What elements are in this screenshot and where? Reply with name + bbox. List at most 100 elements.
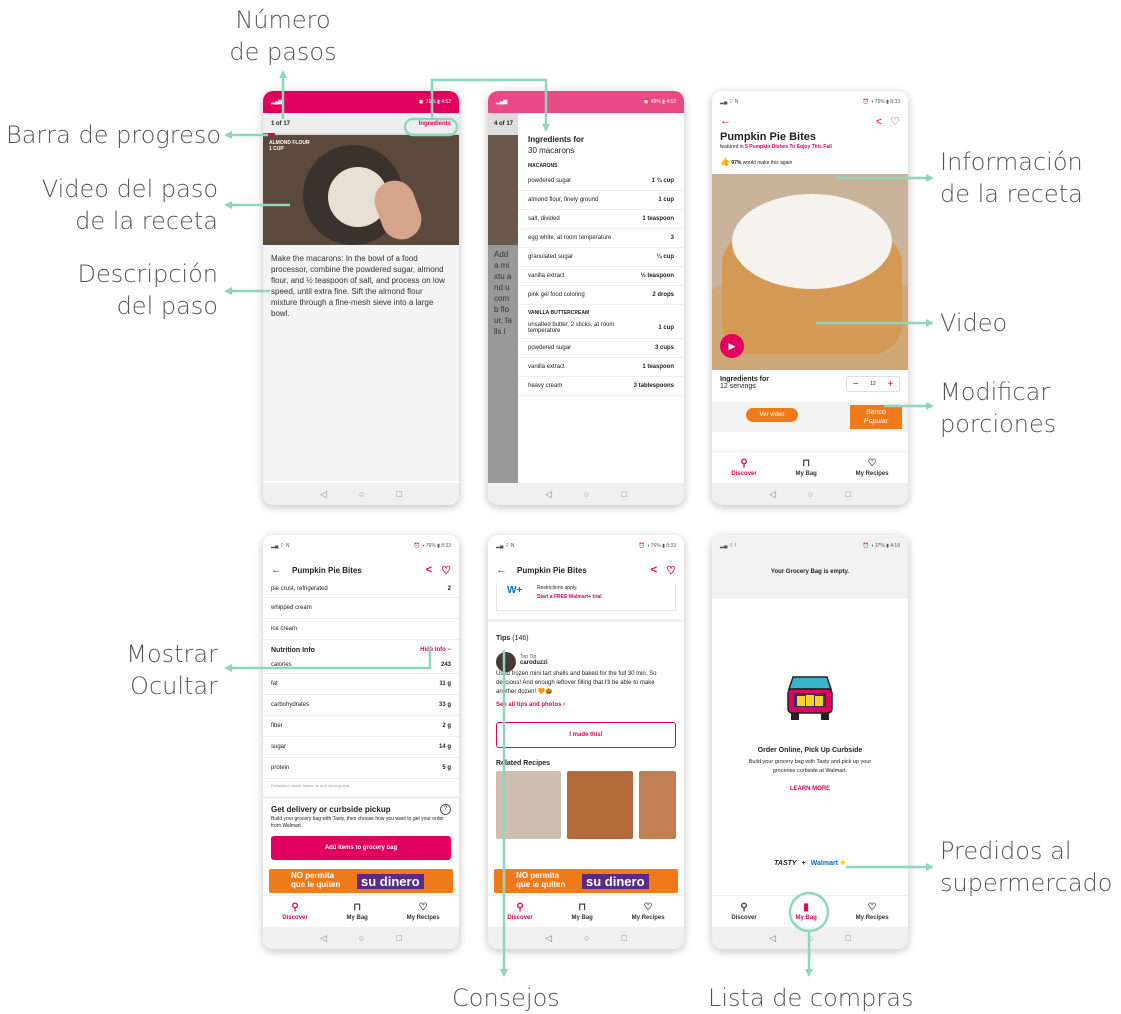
heart-icon[interactable]: ♡ (441, 564, 451, 577)
tab-bar: ⚲ Discover ⊓ My Bag ♡ My Recipes (712, 451, 908, 483)
annotation-descripcion: Descripción del paso (77, 260, 218, 320)
walmart-logo: Walmart ✳ (810, 860, 846, 867)
nutrition-row: sugar 14 g (263, 737, 459, 758)
hide-info-toggle[interactable]: Hide Info − (420, 647, 451, 654)
estimated-note: Estimated values based on one serving si… (263, 779, 459, 799)
empty-bag-header: Your Grocery Bag is empty. (712, 557, 908, 599)
delivery-section: Get delivery or curbside pickup ? Build … (263, 799, 459, 866)
recents-nav-icon[interactable]: □ (396, 489, 401, 499)
related-recipe-card[interactable] (496, 771, 562, 839)
back-nav-icon[interactable]: ◁ (769, 489, 776, 500)
heart-icon[interactable]: ♡ (666, 564, 676, 577)
android-nav: ◁ ○ □ (488, 483, 684, 505)
tab-my-bag[interactable]: ▮ My Bag (795, 902, 816, 921)
servings-stepper[interactable]: − 12 + (846, 376, 900, 392)
featured-link[interactable]: 5 Pumpkin Dishes To Enjoy This Fall (745, 144, 832, 150)
recents-nav-icon[interactable]: □ (396, 933, 401, 943)
tab-discover[interactable]: ⚲ Discover (731, 457, 756, 477)
tab-bar: ⚲ Discover ⊓ My Bag ♡ My Recipes (488, 895, 684, 927)
back-nav-icon[interactable]: ◁ (320, 489, 327, 500)
related-recipe-card[interactable] (638, 771, 676, 839)
share-icon[interactable]: < (876, 116, 882, 128)
see-all-tips-link[interactable]: See all tips and photos › (496, 702, 676, 708)
tab-my-bag[interactable]: ⊓ My Bag (571, 902, 592, 921)
made-this-button[interactable]: I made this! (496, 722, 676, 748)
nutrition-row: fat 11 g (263, 674, 459, 695)
home-nav-icon[interactable]: ○ (584, 933, 589, 943)
tab-my-bag[interactable]: ⊓ My Bag (795, 457, 816, 477)
play-icon[interactable]: ▶ (720, 334, 744, 358)
tab-my-recipes[interactable]: ♡ My Recipes (856, 901, 889, 921)
minus-icon[interactable]: − (853, 379, 859, 390)
avatar (496, 652, 516, 672)
banner-money: su dinero (582, 874, 649, 889)
tips-header: Tips (146) (488, 619, 684, 648)
help-icon[interactable]: ? (440, 804, 451, 815)
back-nav-icon[interactable]: ◁ (320, 933, 327, 944)
annotation-barra-progreso: Barra de progreso (6, 121, 222, 149)
step-description: Make the macarons: In the bowl of a food… (263, 245, 459, 481)
tab-discover[interactable]: ⚲ Discover (731, 902, 756, 921)
back-arrow-icon[interactable]: ← (720, 115, 731, 127)
step-video[interactable]: ALMOND FLOUR 1 CUP (263, 135, 459, 245)
status-bar: ▂▄▆ ⏰ 49% ▮ 4:52 (488, 91, 684, 113)
back-nav-icon[interactable]: ◁ (545, 933, 552, 944)
ad-banner[interactable]: Ver video Banco Popular (712, 402, 908, 432)
recents-nav-icon[interactable]: □ (845, 933, 850, 943)
bag-icon: ⊓ (802, 457, 811, 469)
learn-more-link[interactable]: LEARN MORE (712, 786, 908, 792)
tip-text: Used frozen mini tart shells and baked f… (496, 671, 657, 695)
heart-icon: ♡ (867, 901, 877, 913)
related-recipe-card[interactable] (567, 771, 633, 839)
top-tip: Top Tip caroduzzi Used frozen mini tart … (488, 648, 684, 708)
walmart-trial-card: W+ Restrictions apply. Start a FREE Walm… (496, 583, 676, 611)
heart-icon: ♡ (867, 457, 877, 469)
list-item: powdered sugar 3 cups (518, 339, 684, 358)
home-nav-icon[interactable]: ○ (359, 489, 364, 499)
recents-nav-icon[interactable]: □ (621, 933, 626, 943)
tab-discover[interactable]: ⚲ Discover (282, 902, 307, 921)
home-nav-icon[interactable]: ○ (808, 933, 813, 943)
tasty-logo: TASTY (774, 859, 797, 867)
back-nav-icon[interactable]: ◁ (545, 489, 552, 500)
share-icon[interactable]: < (651, 564, 657, 576)
back-arrow-icon[interactable]: ← (496, 564, 507, 576)
back-arrow-icon[interactable]: ← (271, 564, 282, 576)
related-recipes (488, 771, 684, 839)
home-nav-icon[interactable]: ○ (359, 933, 364, 943)
recipe-video[interactable]: ▶ (712, 174, 908, 370)
phone-grocery-bag: ▂▄ ⌔ ! ⏰ ◑ 37% ▮ 4:19 Your Grocery Bag is… (712, 535, 908, 949)
ad-banner[interactable]: NO permita que le quiten su dinero (269, 869, 453, 893)
nutrition-row: protein 5 g (263, 758, 459, 779)
walmart-trial-link[interactable]: Start a FREE Walmart+ trial (537, 594, 669, 600)
share-icon[interactable]: < (426, 564, 432, 576)
tab-my-bag[interactable]: ⊓ My Bag (346, 902, 367, 921)
ad-banner[interactable]: NO permita que le quiten su dinero (494, 869, 678, 893)
discover-icon: ⚲ (740, 457, 748, 469)
ingredients-list-1: powdered sugar 1 ¾ cup almond flour, fine… (518, 172, 684, 305)
signal-icon: ▂▄ ⌔ N (720, 99, 739, 105)
recents-nav-icon[interactable]: □ (845, 489, 850, 499)
add-to-grocery-bag-button[interactable]: Add items to grocery bag (271, 836, 451, 860)
nutrition-row: fiber 2 g (263, 716, 459, 737)
heart-icon: ♡ (418, 901, 428, 913)
signal-icon: ▂▄ ⌔ ! (720, 543, 737, 549)
car-trunk-icon (787, 676, 833, 720)
android-nav: ◁ ○ □ (712, 927, 908, 949)
tab-my-recipes[interactable]: ♡ My Recipes (407, 901, 440, 921)
ingredients-link[interactable]: Ingredients (419, 121, 451, 127)
tab-discover[interactable]: ⚲ Discover (507, 902, 532, 921)
heart-icon[interactable]: ♡ (890, 116, 900, 128)
recents-nav-icon[interactable]: □ (621, 489, 626, 499)
back-nav-icon[interactable]: ◁ (769, 933, 776, 944)
ver-video-button[interactable]: Ver video (746, 408, 798, 422)
phone-recipe-page: ▂▄ ⌔ N ⏰ ◑ 76% ▮ 8:33 ← < ♡ Pumpkin Pie Bi… (712, 91, 908, 505)
ingredients-subtitle: 30 macarons (528, 146, 575, 155)
section-macarons: MACARONS (528, 163, 558, 169)
tab-my-recipes[interactable]: ♡ My Recipes (856, 457, 889, 477)
partner-logos: TASTY + Walmart ✳ (774, 859, 846, 868)
plus-icon[interactable]: + (887, 379, 893, 390)
tab-my-recipes[interactable]: ♡ My Recipes (632, 902, 665, 921)
home-nav-icon[interactable]: ○ (808, 489, 813, 499)
home-nav-icon[interactable]: ○ (584, 489, 589, 499)
